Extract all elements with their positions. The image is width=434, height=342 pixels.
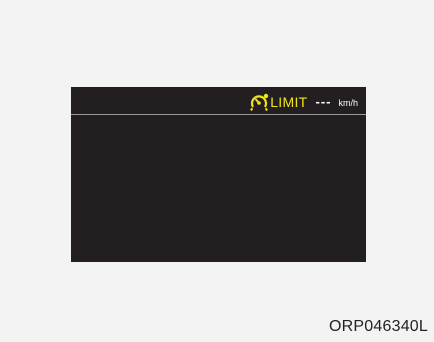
limit-label: LIMIT: [270, 94, 308, 110]
figure-code: ORP046340L: [329, 318, 428, 335]
speed-limit-indicator: LIMIT --- km/h: [249, 92, 358, 112]
cluster-display: LIMIT --- km/h: [71, 87, 366, 262]
speed-limiter-icon: [249, 93, 269, 111]
speed-unit: km/h: [338, 98, 358, 108]
limit-speed-value: ---: [315, 94, 332, 109]
status-bar: LIMIT --- km/h: [71, 87, 366, 115]
